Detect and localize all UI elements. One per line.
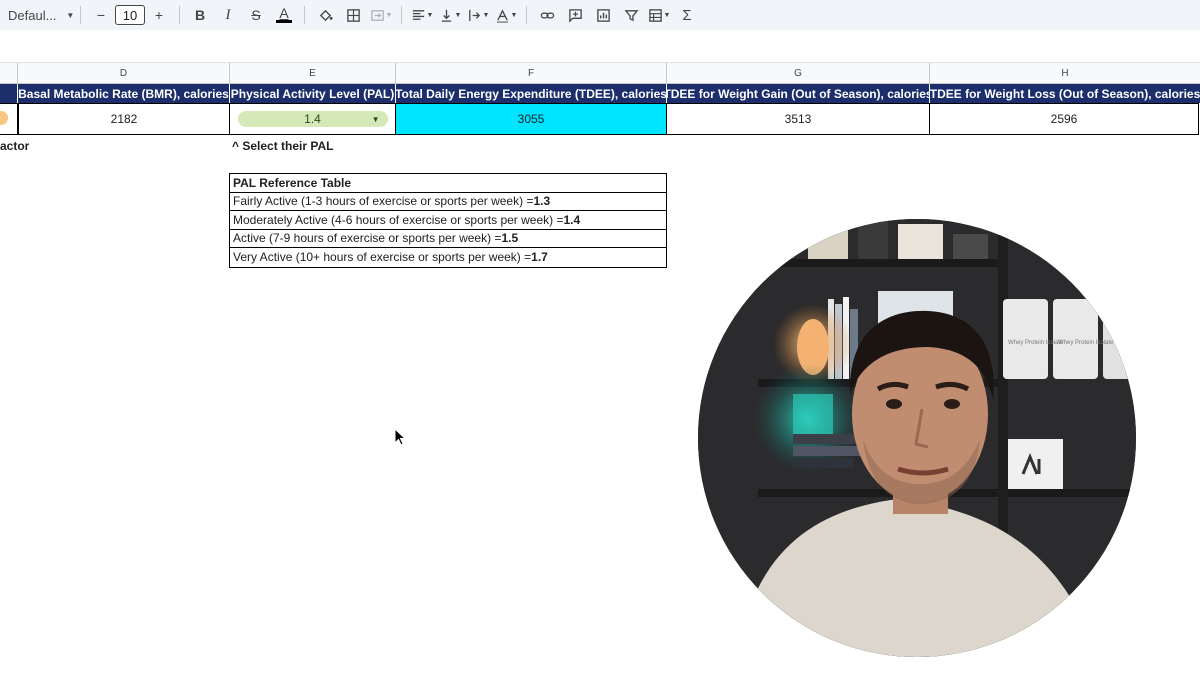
header-cell-weight-gain[interactable]: TDEE for Weight Gain (Out of Season), ca…: [667, 84, 930, 103]
value-cell-bmr[interactable]: 2182: [18, 103, 230, 135]
decrease-font-size-button[interactable]: −: [87, 3, 115, 27]
pal-table-title[interactable]: PAL Reference Table: [230, 174, 666, 193]
pal-row-value: 1.4: [563, 212, 581, 227]
pal-row-label: Moderately Active (4-6 hours of exercise…: [233, 212, 564, 227]
font-family-value: Defaul...: [8, 7, 57, 23]
toolbar-divider: [304, 6, 305, 24]
borders-button[interactable]: [339, 3, 367, 27]
chevron-down-icon: ▼: [482, 11, 490, 19]
value-cell-pal[interactable]: 1.4 ▼: [230, 103, 396, 135]
column-headers: D E F G H: [0, 63, 1200, 84]
text-wrap-icon: [468, 9, 480, 21]
pal-row-value: 1.5: [501, 231, 519, 246]
pal-reference-table: PAL Reference Table Fairly Active (1-3 h…: [229, 173, 667, 268]
column-header-f[interactable]: F: [396, 63, 667, 84]
text-color-swatch: [276, 20, 292, 23]
pal-dropdown-chip[interactable]: 1.4 ▼: [237, 111, 388, 127]
text-wrapping-button[interactable]: ▼: [464, 3, 492, 27]
vertical-align-button[interactable]: ▼: [436, 3, 464, 27]
pal-row-label: Very Active (10+ hours of exercise or sp…: [233, 250, 532, 265]
pal-table-row[interactable]: Active (7-9 hours of exercise or sports …: [230, 230, 666, 248]
text-color-button[interactable]: A: [270, 3, 298, 27]
formatting-toolbar: Defaul... ▼ − 10 + B I S A ▼ ▼ ▼ ▼ ▼ ▼ Σ: [0, 0, 1200, 30]
pal-row-label: Fairly Active (1-3 hours of exercise or …: [233, 194, 534, 209]
chevron-down-icon: ▼: [454, 11, 462, 19]
chevron-down-icon: ▼: [663, 11, 671, 19]
horizontal-align-button[interactable]: ▼: [408, 3, 436, 27]
pal-dropdown-value: 1.4: [304, 112, 321, 126]
link-icon: [540, 12, 554, 18]
column-header-c[interactable]: [0, 63, 18, 84]
header-cell-pal[interactable]: Physical Activity Level (PAL): [230, 84, 396, 103]
toolbar-divider: [526, 6, 527, 24]
value-cell-weight-loss[interactable]: 2596: [930, 103, 1199, 135]
webcam-overlay: Whey Protein Isolate Whey Protein Isolat…: [698, 219, 1136, 657]
toolbar-divider: [80, 6, 81, 24]
bold-button[interactable]: B: [186, 3, 214, 27]
borders-icon: [346, 8, 360, 22]
increase-font-size-button[interactable]: +: [145, 3, 173, 27]
fill-color-button[interactable]: [311, 3, 339, 27]
chart-icon: [596, 8, 610, 22]
align-left-icon: [412, 9, 424, 20]
chevron-down-icon: ▼: [371, 114, 380, 124]
value-cell-tdee[interactable]: 3055: [396, 103, 667, 135]
text-rotation-icon: [496, 8, 508, 23]
tub-label: Whey Protein Isolate: [1008, 340, 1064, 346]
tub-label: Whey Protein Isolate: [1058, 340, 1114, 346]
partial-note-text: actor: [0, 139, 30, 153]
pal-row-value: 1.7: [531, 250, 548, 265]
header-cell-bmr[interactable]: Basal Metabolic Rate (BMR), calories: [18, 84, 230, 103]
value-cell-weight-gain[interactable]: 3513: [667, 103, 930, 135]
chevron-down-icon: ▼: [385, 11, 393, 19]
text-rotation-button[interactable]: ▼: [492, 3, 520, 27]
text-color-label: A: [279, 5, 289, 21]
comment-add-icon: [568, 8, 582, 23]
header-cell-weight-loss[interactable]: TDEE for Weight Loss (Out of Season), ca…: [930, 84, 1200, 103]
chevron-down-icon: ▼: [426, 11, 434, 19]
select-pal-note: ^ Select their PAL: [232, 139, 334, 153]
header-cell-c[interactable]: [0, 84, 18, 103]
pal-row-label: Active (7-9 hours of exercise or sports …: [233, 231, 502, 246]
insert-chart-button[interactable]: [589, 3, 617, 27]
pal-table-row[interactable]: Moderately Active (4-6 hours of exercise…: [230, 211, 666, 230]
paint-bucket-icon: [319, 9, 333, 21]
presenter-video-frame: Whey Protein Isolate Whey Protein Isolat…: [698, 219, 1136, 657]
strikethrough-button[interactable]: S: [242, 3, 270, 27]
column-header-e[interactable]: E: [230, 63, 396, 84]
functions-button[interactable]: Σ: [673, 3, 701, 27]
chevron-down-icon: ▼: [66, 10, 75, 20]
pal-table-row[interactable]: Very Active (10+ hours of exercise or sp…: [230, 248, 666, 267]
column-header-d[interactable]: D: [18, 63, 230, 84]
font-family-dropdown[interactable]: Defaul... ▼: [0, 3, 74, 27]
merge-cells-button[interactable]: ▼: [367, 3, 395, 27]
formula-bar-area: [0, 30, 1200, 63]
header-cell-tdee[interactable]: Total Daily Energy Expenditure (TDEE), c…: [396, 84, 667, 103]
filter-icon: [623, 9, 639, 21]
align-bottom-icon: [441, 9, 451, 22]
insert-link-button[interactable]: [533, 3, 561, 27]
mouse-cursor-icon: [394, 428, 406, 446]
italic-button[interactable]: I: [214, 3, 242, 27]
filter-views-button[interactable]: ▼: [645, 3, 673, 27]
table-view-icon: [648, 8, 662, 22]
filter-button[interactable]: [617, 3, 645, 27]
chevron-down-icon: ▼: [510, 11, 518, 19]
pal-table-row[interactable]: Fairly Active (1-3 hours of exercise or …: [230, 193, 666, 211]
insert-comment-button[interactable]: [561, 3, 589, 27]
toolbar-divider: [179, 6, 180, 24]
column-header-h[interactable]: H: [930, 63, 1200, 84]
merge-cells-icon: [370, 9, 384, 21]
toolbar-divider: [401, 6, 402, 24]
font-size-input[interactable]: 10: [115, 5, 145, 25]
column-header-g[interactable]: G: [667, 63, 930, 84]
pal-row-value: 1.3: [533, 194, 551, 209]
